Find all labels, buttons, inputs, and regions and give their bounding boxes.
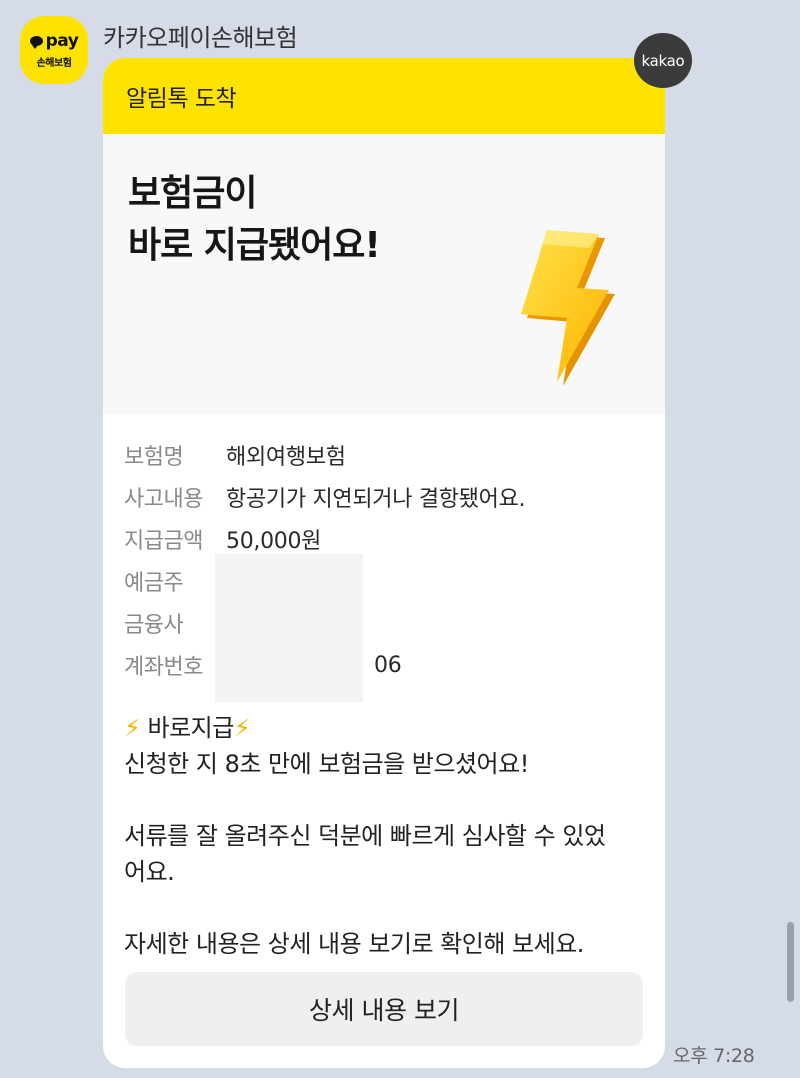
message-body: ⚡ 바로지급⚡ 신청한 지 8초 만에 보험금을 받으셨어요! 서류를 잘 올려… [103, 686, 665, 962]
lightning-bolt-icon [521, 230, 615, 386]
info-list: 보험명 해외여행보험 사고내용 항공기가 지연되거나 결항됐어요. 지급금액 5… [103, 414, 665, 686]
scrollbar[interactable] [787, 922, 794, 1002]
avatar-sub-text: 손해보험 [36, 58, 72, 69]
body-line: 어요. [124, 858, 175, 886]
alimtalk-message-card: 알림톡 도착 보험금이 바로 지급됐어요! 보험명 해외여행보험 사고내용 항공… [103, 58, 665, 1068]
info-row-accident: 사고내용 항공기가 지연되거나 결항됐어요. [124, 476, 665, 518]
info-label: 예금주 [124, 571, 184, 596]
info-label: 금융사 [124, 613, 184, 638]
body-line: 자세한 내용은 상세 내용 보기로 확인해 보세요. [124, 930, 584, 958]
info-row-insurance-name: 보험명 해외여행보험 [124, 434, 665, 476]
sender-avatar[interactable]: pay 손해보험 [20, 16, 88, 84]
speech-bubble-icon [29, 36, 43, 49]
info-label: 보험명 [124, 445, 184, 470]
redacted-area [215, 554, 363, 702]
info-value: 항공기가 지연되거나 결항됐어요. [226, 487, 526, 512]
sender-name: 카카오페이손해보험 [103, 24, 298, 52]
body-title: ⚡ 바로지급⚡ [124, 710, 643, 746]
message-timestamp: 오후 7:28 [673, 1045, 755, 1067]
info-value: 해외여행보험 [226, 445, 346, 470]
body-title-text: 바로지급 [140, 714, 234, 742]
lightning-icon: ⚡ [124, 714, 141, 742]
info-row-account-number: 계좌번호 06 [124, 644, 665, 686]
hero-title-line1: 보험금이 [128, 173, 257, 214]
info-row-amount: 지급금액 50,000원 [124, 518, 665, 560]
kakao-channel-badge[interactable]: kakao [634, 33, 692, 88]
info-label: 지급금액 [124, 529, 203, 554]
hero-section: 보험금이 바로 지급됐어요! [103, 134, 665, 414]
info-value: 50,000원 [226, 529, 322, 554]
info-value: 06 [374, 652, 402, 678]
lightning-icon: ⚡ [233, 714, 251, 742]
card-header: 알림톡 도착 [103, 58, 665, 134]
info-row-bank: 금융사 [124, 602, 665, 644]
info-label: 계좌번호 [124, 655, 203, 680]
body-line: 신청한 지 8초 만에 보험금을 받으셨어요! [124, 750, 529, 778]
avatar-pay-text: pay [45, 31, 79, 51]
info-label: 사고내용 [124, 487, 203, 512]
body-line: 서류를 잘 올려주신 덕분에 빠르게 심사할 수 있었 [124, 822, 606, 850]
info-row-holder: 예금주 [124, 560, 665, 602]
view-details-button[interactable]: 상세 내용 보기 [125, 972, 643, 1046]
chat-screen: pay 손해보험 카카오페이손해보험 알림톡 도착 보험금이 바로 지급됐어요! [0, 0, 800, 1078]
kakaopay-logo: pay [29, 31, 79, 51]
